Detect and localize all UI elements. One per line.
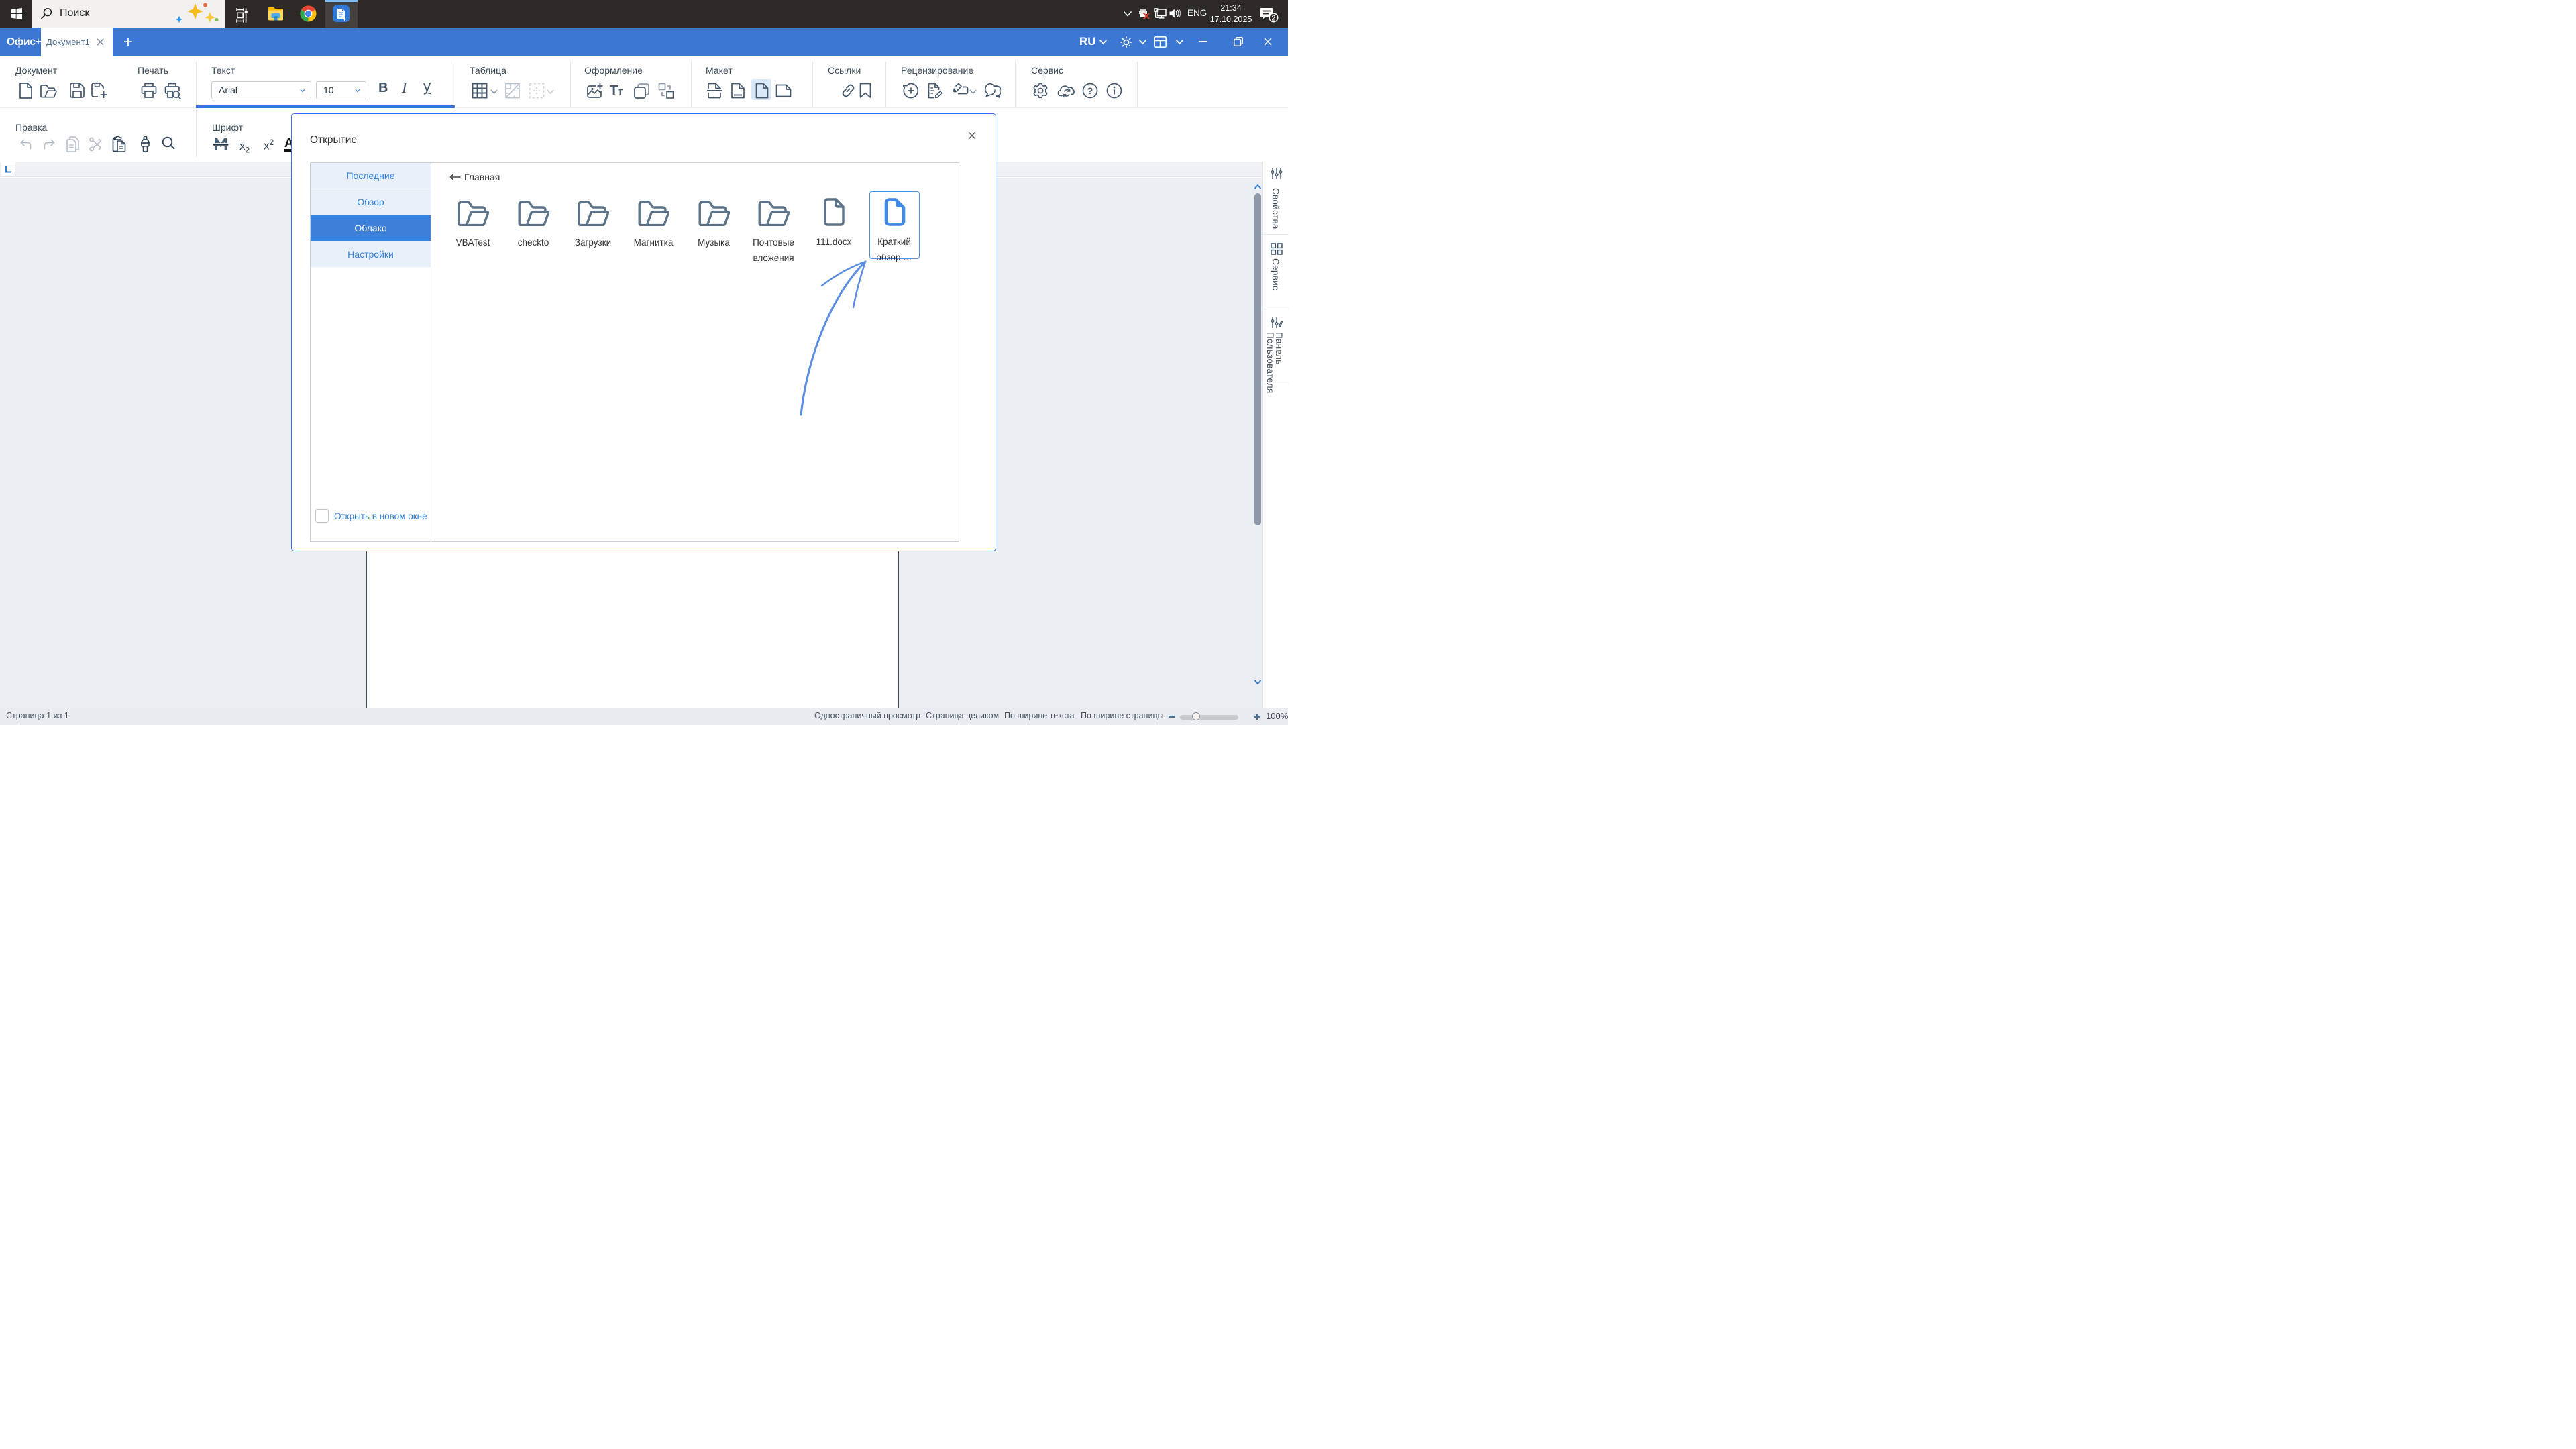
svg-text:?: ? — [1087, 85, 1093, 96]
svg-text:2: 2 — [1271, 14, 1275, 22]
svg-text:т: т — [618, 86, 623, 97]
svg-text:T: T — [610, 83, 618, 98]
